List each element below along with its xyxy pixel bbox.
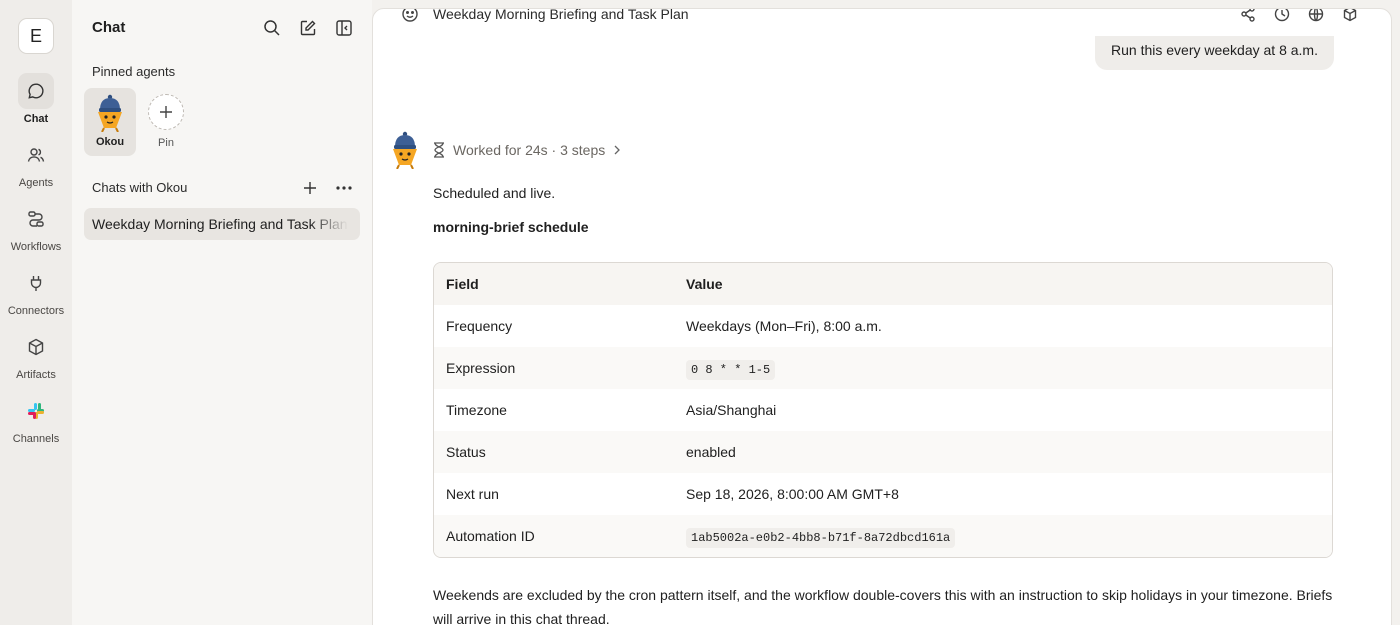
table-cell-value: Weekdays (Mon–Fri), 8:00 a.m. xyxy=(686,318,882,334)
rail-label-connectors: Connectors xyxy=(7,305,65,317)
sidebar-title: Chat xyxy=(92,19,126,36)
table-cell-value: enabled xyxy=(686,444,736,460)
cube-icon xyxy=(18,329,54,365)
table-header-field: Field xyxy=(446,276,479,292)
table-cell-field: Frequency xyxy=(446,318,513,334)
slack-icon xyxy=(18,393,54,429)
table-row: Automation ID 1ab5002a-e0b2-4bb8-b71f-8a… xyxy=(434,515,1332,557)
rail-label-chat: Chat xyxy=(23,113,49,125)
pin-agent-button[interactable]: Pin xyxy=(148,88,184,156)
chevron-right-icon xyxy=(614,145,621,155)
rail-label-workflows: Workflows xyxy=(10,241,62,253)
rail-item-channels[interactable]: Channels xyxy=(0,393,72,445)
rail-item-workflows[interactable]: Workflows xyxy=(0,201,72,253)
table-cell-field: Status xyxy=(446,444,486,460)
search-icon[interactable] xyxy=(262,18,282,38)
more-options-icon[interactable] xyxy=(334,178,354,198)
chat-header: Weekday Morning Briefing and Task Plan xyxy=(373,9,1391,23)
user-message-bubble: Run this every weekday at 8 a.m. xyxy=(1095,36,1334,70)
chat-title: Weekday Morning Briefing and Task Plan xyxy=(433,8,689,22)
artifact-cube-icon[interactable] xyxy=(1341,9,1359,23)
table-row: Next run Sep 18, 2026, 8:00:00 AM GMT+8 xyxy=(434,473,1332,515)
hourglass-icon xyxy=(434,142,444,158)
rail-item-agents[interactable]: Agents xyxy=(0,137,72,189)
worked-steps-toggle[interactable]: Worked for 24s · 3 steps xyxy=(433,142,621,158)
table-cell-code: 0 8 * * 1-5 xyxy=(686,359,776,380)
pin-label: Pin xyxy=(158,137,174,149)
worked-steps-text: Worked for 24s · 3 steps xyxy=(453,142,606,158)
okou-avatar-icon xyxy=(393,131,417,169)
table-header-row: Field Value xyxy=(434,263,1332,305)
globe-icon[interactable] xyxy=(1307,9,1325,23)
table-row: Status enabled xyxy=(434,431,1332,473)
rail-item-chat[interactable]: Chat xyxy=(0,73,72,125)
chat-bubble-icon xyxy=(18,73,54,109)
table-cell-field: Next run xyxy=(446,486,499,502)
collapse-sidebar-icon[interactable] xyxy=(334,18,354,38)
new-chat-icon[interactable] xyxy=(298,18,318,38)
okou-avatar-icon xyxy=(98,94,122,132)
schedule-table: Field Value Frequency Weekdays (Mon–Fri)… xyxy=(433,262,1333,558)
smiley-icon[interactable] xyxy=(401,9,419,23)
pinned-agents-label: Pinned agents xyxy=(92,64,176,79)
rail-item-artifacts[interactable]: Artifacts xyxy=(0,329,72,381)
rail-item-connectors[interactable]: Connectors xyxy=(0,265,72,317)
table-cell-field: Automation ID xyxy=(446,528,535,544)
chats-with-label: Chats with Okou xyxy=(92,180,188,195)
chat-list-item[interactable]: Weekday Morning Briefing and Task Plan xyxy=(84,208,360,240)
table-cell-code: 1ab5002a-e0b2-4bb8-b71f-8a72dbcd161a xyxy=(686,527,956,548)
share-icon[interactable] xyxy=(1239,9,1257,23)
table-row: Expression 0 8 * * 1-5 xyxy=(434,347,1332,389)
response-footer-text: Weekends are excluded by the cron patter… xyxy=(433,587,1333,625)
table-cell-field: Expression xyxy=(446,360,516,376)
add-chat-icon[interactable] xyxy=(300,178,320,198)
workspace-button[interactable]: E xyxy=(18,18,54,54)
chat-main-panel: Weekday Morning Briefing and Task Plan R… xyxy=(372,8,1392,625)
rail-label-agents: Agents xyxy=(18,177,54,189)
table-cell-value: Sep 18, 2026, 8:00:00 AM GMT+8 xyxy=(686,486,899,502)
table-row: Timezone Asia/Shanghai xyxy=(434,389,1332,431)
plug-icon xyxy=(18,265,54,301)
history-icon[interactable] xyxy=(1273,9,1291,23)
schedule-heading: morning-brief schedule xyxy=(433,219,589,235)
workflow-icon xyxy=(18,201,54,237)
table-row: Frequency Weekdays (Mon–Fri), 8:00 a.m. xyxy=(434,305,1332,347)
app-rail: E Chat Agents Workflows Connectors Artif… xyxy=(0,0,72,625)
chat-list-item-title: Weekday Morning Briefing and Task Plan xyxy=(92,216,348,232)
chat-sidebar: Chat Pinned agents Okou Pin Chats with O… xyxy=(72,0,372,625)
rail-label-channels: Channels xyxy=(12,433,60,445)
plus-icon xyxy=(148,94,184,130)
table-cell-field: Timezone xyxy=(446,402,507,418)
users-icon xyxy=(18,137,54,173)
table-header-value: Value xyxy=(686,276,723,292)
pinned-agent-name: Okou xyxy=(95,136,125,148)
rail-label-artifacts: Artifacts xyxy=(16,369,56,381)
table-cell-value: Asia/Shanghai xyxy=(686,402,777,418)
status-line: Scheduled and live. xyxy=(433,185,556,201)
pinned-agent-okou[interactable]: Okou xyxy=(84,88,136,156)
